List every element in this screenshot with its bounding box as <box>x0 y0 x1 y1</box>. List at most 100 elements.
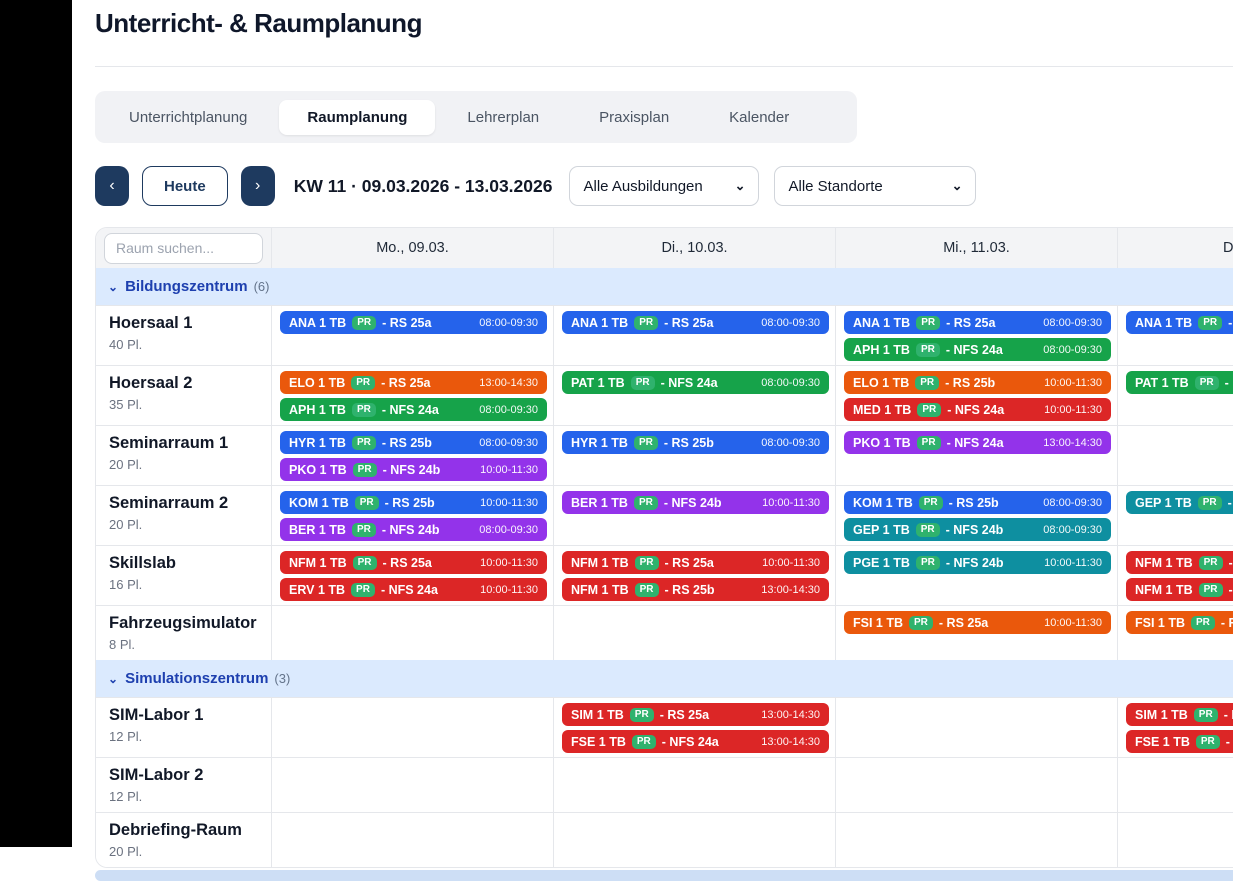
prev-week-button[interactable]: ‹ <box>95 166 129 206</box>
pr-badge: PR <box>352 403 376 417</box>
event-pill[interactable]: FSI 1 TBPR- RS 25a10:00-11:30 <box>844 611 1111 634</box>
room-label: Seminarraum 220 Pl. <box>96 486 271 545</box>
event-pill[interactable]: ANA 1 TBPR- RS 25a08:00-09:30 <box>562 311 829 334</box>
tab-raumplanung[interactable]: Raumplanung <box>279 100 435 135</box>
day-cell[interactable] <box>1117 758 1233 812</box>
event-pill[interactable]: FSI 1 TBPR- RS 25a10:00-11:30 <box>1126 611 1233 634</box>
day-cell[interactable] <box>271 758 553 812</box>
event-pill[interactable]: PAT 1 TBPR- NFS 24a08:00-09:30 <box>1126 371 1233 394</box>
day-cell[interactable]: ELO 1 TBPR- RS 25a13:00-14:30 APH 1 TBPR-… <box>271 366 553 425</box>
day-cell[interactable]: ANA 1 TBPR- RS 25a08:00-09:30 <box>271 306 553 365</box>
event-pill[interactable]: KOM 1 TBPR- RS 25b08:00-09:30 <box>844 491 1111 514</box>
event-pill[interactable]: ELO 1 TBPR- RS 25b10:00-11:30 <box>844 371 1111 394</box>
event-pill[interactable]: GEP 1 TBPR- NFS 24b08:00-09:30 <box>1126 491 1233 514</box>
tab-praxisplan[interactable]: Praxisplan <box>571 100 697 135</box>
day-cell[interactable]: NFM 1 TBPR- RS 25a10:00-11:30 NFM 1 TBPR-… <box>1117 546 1233 605</box>
event-pill[interactable]: ANA 1 TBPR- RS 25a08:00-09:30 <box>844 311 1111 334</box>
day-cell[interactable] <box>835 758 1117 812</box>
event-pill[interactable]: PKO 1 TBPR- NFS 24b10:00-11:30 <box>280 458 547 481</box>
event-pill[interactable]: NFM 1 TBPR- RS 25a10:00-11:30 <box>280 551 547 574</box>
day-cell[interactable] <box>271 813 553 867</box>
pr-badge: PR <box>1199 583 1223 597</box>
event-pill[interactable]: APH 1 TBPR- NFS 24a08:00-09:30 <box>844 338 1111 361</box>
day-cell[interactable]: SIM 1 TBPR- RS 25a13:00-14:30 FSE 1 TBPR-… <box>553 698 835 757</box>
group-count: (3) <box>274 671 290 686</box>
today-button[interactable]: Heute <box>142 166 228 206</box>
room-search-input[interactable] <box>104 233 263 264</box>
day-cell[interactable]: ELO 1 TBPR- RS 25b10:00-11:30 MED 1 TBPR-… <box>835 366 1117 425</box>
event-pill[interactable]: MED 1 TBPR- NFS 24a10:00-11:30 <box>844 398 1111 421</box>
day-cell[interactable] <box>835 698 1117 757</box>
room-name: Skillslab <box>109 553 263 574</box>
event-time: 10:00-11:30 <box>472 464 538 476</box>
day-cell[interactable]: ANA 1 TBPR- RS 25a08:00-09:30 <box>1117 306 1233 365</box>
day-cell[interactable]: HYR 1 TBPR- RS 25b08:00-09:30 <box>553 426 835 485</box>
event-pill[interactable]: APH 1 TBPR- NFS 24a08:00-09:30 <box>280 398 547 421</box>
day-cell[interactable] <box>271 698 553 757</box>
standort-filter-select[interactable]: Alle Standorte ⌄ <box>774 166 976 206</box>
day-cell[interactable] <box>553 606 835 660</box>
day-cell[interactable]: FSI 1 TBPR- RS 25a10:00-11:30 <box>1117 606 1233 660</box>
pr-badge: PR <box>915 376 939 390</box>
day-cell[interactable]: PKO 1 TBPR- NFS 24a13:00-14:30 <box>835 426 1117 485</box>
day-cell[interactable] <box>835 813 1117 867</box>
event-group: - RS 25a <box>1229 556 1233 570</box>
event-code: FSI 1 TB <box>853 616 903 630</box>
event-pill[interactable]: HYR 1 TBPR- RS 25b08:00-09:30 <box>280 431 547 454</box>
event-pill[interactable]: SIM 1 TBPR- RS 25a13:00-14:30 <box>562 703 829 726</box>
day-cell[interactable] <box>1117 426 1233 485</box>
room-row: Skillslab16 Pl.NFM 1 TBPR- RS 25a10:00-1… <box>96 545 1233 605</box>
day-cell[interactable]: KOM 1 TBPR- RS 25b10:00-11:30 BER 1 TBPR-… <box>271 486 553 545</box>
event-pill[interactable]: GEP 1 TBPR- NFS 24b08:00-09:30 <box>844 518 1111 541</box>
day-cell[interactable]: ANA 1 TBPR- RS 25a08:00-09:30 APH 1 TBPR-… <box>835 306 1117 365</box>
event-pill[interactable]: ELO 1 TBPR- RS 25a13:00-14:30 <box>280 371 547 394</box>
event-pill[interactable]: PKO 1 TBPR- NFS 24a13:00-14:30 <box>844 431 1111 454</box>
event-pill[interactable]: NFM 1 TBPR- RS 25a10:00-11:30 <box>1126 551 1233 574</box>
horizontal-scrollbar[interactable] <box>95 870 1233 881</box>
event-pill[interactable]: SIM 1 TBPR- RS 25a13:00-14:30 <box>1126 703 1233 726</box>
day-cell[interactable]: PAT 1 TBPR- NFS 24a08:00-09:30 <box>1117 366 1233 425</box>
day-cell[interactable]: SIM 1 TBPR- RS 25a13:00-14:30 FSE 1 TBPR-… <box>1117 698 1233 757</box>
event-group: - NFS 24a <box>1226 735 1233 749</box>
event-code: FSI 1 TB <box>1135 616 1185 630</box>
day-cell[interactable]: BER 1 TBPR- NFS 24b10:00-11:30 <box>553 486 835 545</box>
day-cell[interactable]: PAT 1 TBPR- NFS 24a08:00-09:30 <box>553 366 835 425</box>
day-cell[interactable] <box>553 813 835 867</box>
day-cell[interactable]: HYR 1 TBPR- RS 25b08:00-09:30 PKO 1 TBPR-… <box>271 426 553 485</box>
day-cell[interactable]: GEP 1 TBPR- NFS 24b08:00-09:30 <box>1117 486 1233 545</box>
tab-lehrerplan[interactable]: Lehrerplan <box>439 100 567 135</box>
event-pill[interactable]: NFM 1 TBPR- RS 25b13:00-14:30 <box>562 578 829 601</box>
day-cell[interactable]: KOM 1 TBPR- RS 25b08:00-09:30 GEP 1 TBPR-… <box>835 486 1117 545</box>
tab-kalender[interactable]: Kalender <box>701 100 817 135</box>
event-pill[interactable]: PGE 1 TBPR- NFS 24b10:00-11:30 <box>844 551 1111 574</box>
event-pill[interactable]: KOM 1 TBPR- RS 25b10:00-11:30 <box>280 491 547 514</box>
room-label: Hoersaal 140 Pl. <box>96 306 271 365</box>
day-cell[interactable] <box>1117 813 1233 867</box>
day-cell[interactable] <box>271 606 553 660</box>
main-content: Unterricht- & Raumplanung Unterrichtplan… <box>72 0 1233 847</box>
event-pill[interactable]: NFM 1 TBPR- RS 25b13:00-14:30 <box>1126 578 1233 601</box>
event-pill[interactable]: PAT 1 TBPR- NFS 24a08:00-09:30 <box>562 371 829 394</box>
event-pill[interactable]: BER 1 TBPR- NFS 24b10:00-11:30 <box>562 491 829 514</box>
event-pill[interactable]: ANA 1 TBPR- RS 25a08:00-09:30 <box>1126 311 1233 334</box>
event-time: 08:00-09:30 <box>471 404 538 416</box>
day-cell[interactable]: NFM 1 TBPR- RS 25a10:00-11:30 ERV 1 TBPR-… <box>271 546 553 605</box>
day-cell[interactable]: FSI 1 TBPR- RS 25a10:00-11:30 <box>835 606 1117 660</box>
event-pill[interactable]: FSE 1 TBPR- NFS 24a13:00-14:30 <box>1126 730 1233 753</box>
event-pill[interactable]: ERV 1 TBPR- NFS 24a10:00-11:30 <box>280 578 547 601</box>
day-cell[interactable]: ANA 1 TBPR- RS 25a08:00-09:30 <box>553 306 835 365</box>
tab-unterrichtplanung[interactable]: Unterrichtplanung <box>101 100 275 135</box>
next-week-button[interactable]: › <box>241 166 275 206</box>
group-header-row[interactable]: ⌄Simulationszentrum(3) <box>96 660 1233 697</box>
event-pill[interactable]: HYR 1 TBPR- RS 25b08:00-09:30 <box>562 431 829 454</box>
day-cell[interactable]: PGE 1 TBPR- NFS 24b10:00-11:30 <box>835 546 1117 605</box>
group-header-row[interactable]: ⌄Bildungszentrum(6) <box>96 268 1233 305</box>
chevron-down-icon: ⌄ <box>735 178 746 194</box>
day-cell[interactable] <box>553 758 835 812</box>
event-pill[interactable]: ANA 1 TBPR- RS 25a08:00-09:30 <box>280 311 547 334</box>
day-cell[interactable]: NFM 1 TBPR- RS 25a10:00-11:30 NFM 1 TBPR-… <box>553 546 835 605</box>
event-pill[interactable]: BER 1 TBPR- NFS 24b08:00-09:30 <box>280 518 547 541</box>
event-pill[interactable]: NFM 1 TBPR- RS 25a10:00-11:30 <box>562 551 829 574</box>
event-pill[interactable]: FSE 1 TBPR- NFS 24a13:00-14:30 <box>562 730 829 753</box>
ausbildung-filter-select[interactable]: Alle Ausbildungen ⌄ <box>569 166 759 206</box>
